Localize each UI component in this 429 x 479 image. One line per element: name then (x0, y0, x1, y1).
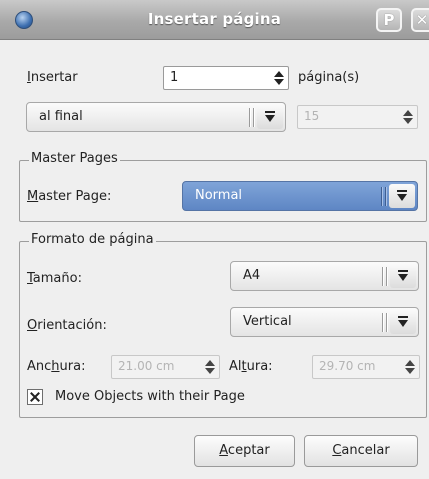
close-button[interactable]: ✕ (411, 8, 429, 32)
width-label: Anchura: (27, 359, 86, 374)
cancel-button[interactable]: Cancelar (304, 435, 418, 467)
page-count-spinbox[interactable]: 1 (163, 66, 289, 90)
insert-position-value: al final (39, 109, 83, 124)
page-size-dropdown[interactable]: A4 (230, 261, 419, 291)
spin-arrows-icon[interactable] (274, 70, 284, 86)
height-spinbox[interactable]: 29.70 cm (312, 355, 420, 379)
orientation-label: Orientación: (27, 318, 107, 333)
pages-unit-label: página(s) (298, 70, 360, 85)
chevron-down-icon[interactable] (390, 310, 416, 334)
help-button[interactable]: P (376, 8, 402, 32)
insert-label: Insertar (27, 70, 78, 85)
chevron-down-icon[interactable] (389, 184, 415, 208)
master-page-dropdown[interactable]: Normal (182, 181, 418, 211)
master-pages-group-title: Master Pages (29, 151, 120, 166)
ok-button[interactable]: Aceptar (194, 435, 295, 467)
help-icon: P (383, 11, 395, 29)
insert-position-dropdown[interactable]: al final (26, 102, 286, 132)
move-objects-checkbox[interactable] (27, 389, 43, 405)
spin-arrows-icon[interactable] (205, 359, 215, 375)
page-size-value: A4 (243, 268, 261, 283)
page-reference-spinbox[interactable]: 15 (297, 105, 418, 129)
size-label: Tamaño: (27, 271, 82, 286)
width-spinbox[interactable]: 21.00 cm (111, 355, 220, 379)
page-count-value: 1 (170, 70, 179, 85)
chevron-down-icon[interactable] (390, 264, 416, 288)
chevron-down-icon[interactable] (257, 105, 283, 129)
master-page-label: Master Page: (27, 189, 112, 204)
height-label: Altura: (229, 359, 273, 374)
height-value: 29.70 cm (319, 359, 376, 373)
spin-arrows-icon[interactable] (403, 109, 413, 125)
spin-arrows-icon[interactable] (405, 359, 415, 375)
title-bar[interactable]: Insertar página P ✕ (0, 0, 429, 40)
window-title: Insertar página (147, 10, 282, 28)
page-reference-value: 15 (304, 109, 320, 123)
close-icon: ✕ (415, 11, 429, 29)
master-page-value: Normal (195, 188, 243, 203)
orientation-value: Vertical (243, 314, 292, 329)
move-objects-label: Move Objects with their Page (55, 389, 245, 404)
page-format-group-title: Formato de página (29, 232, 156, 247)
width-value: 21.00 cm (118, 359, 175, 373)
orientation-dropdown[interactable]: Vertical (230, 307, 419, 337)
